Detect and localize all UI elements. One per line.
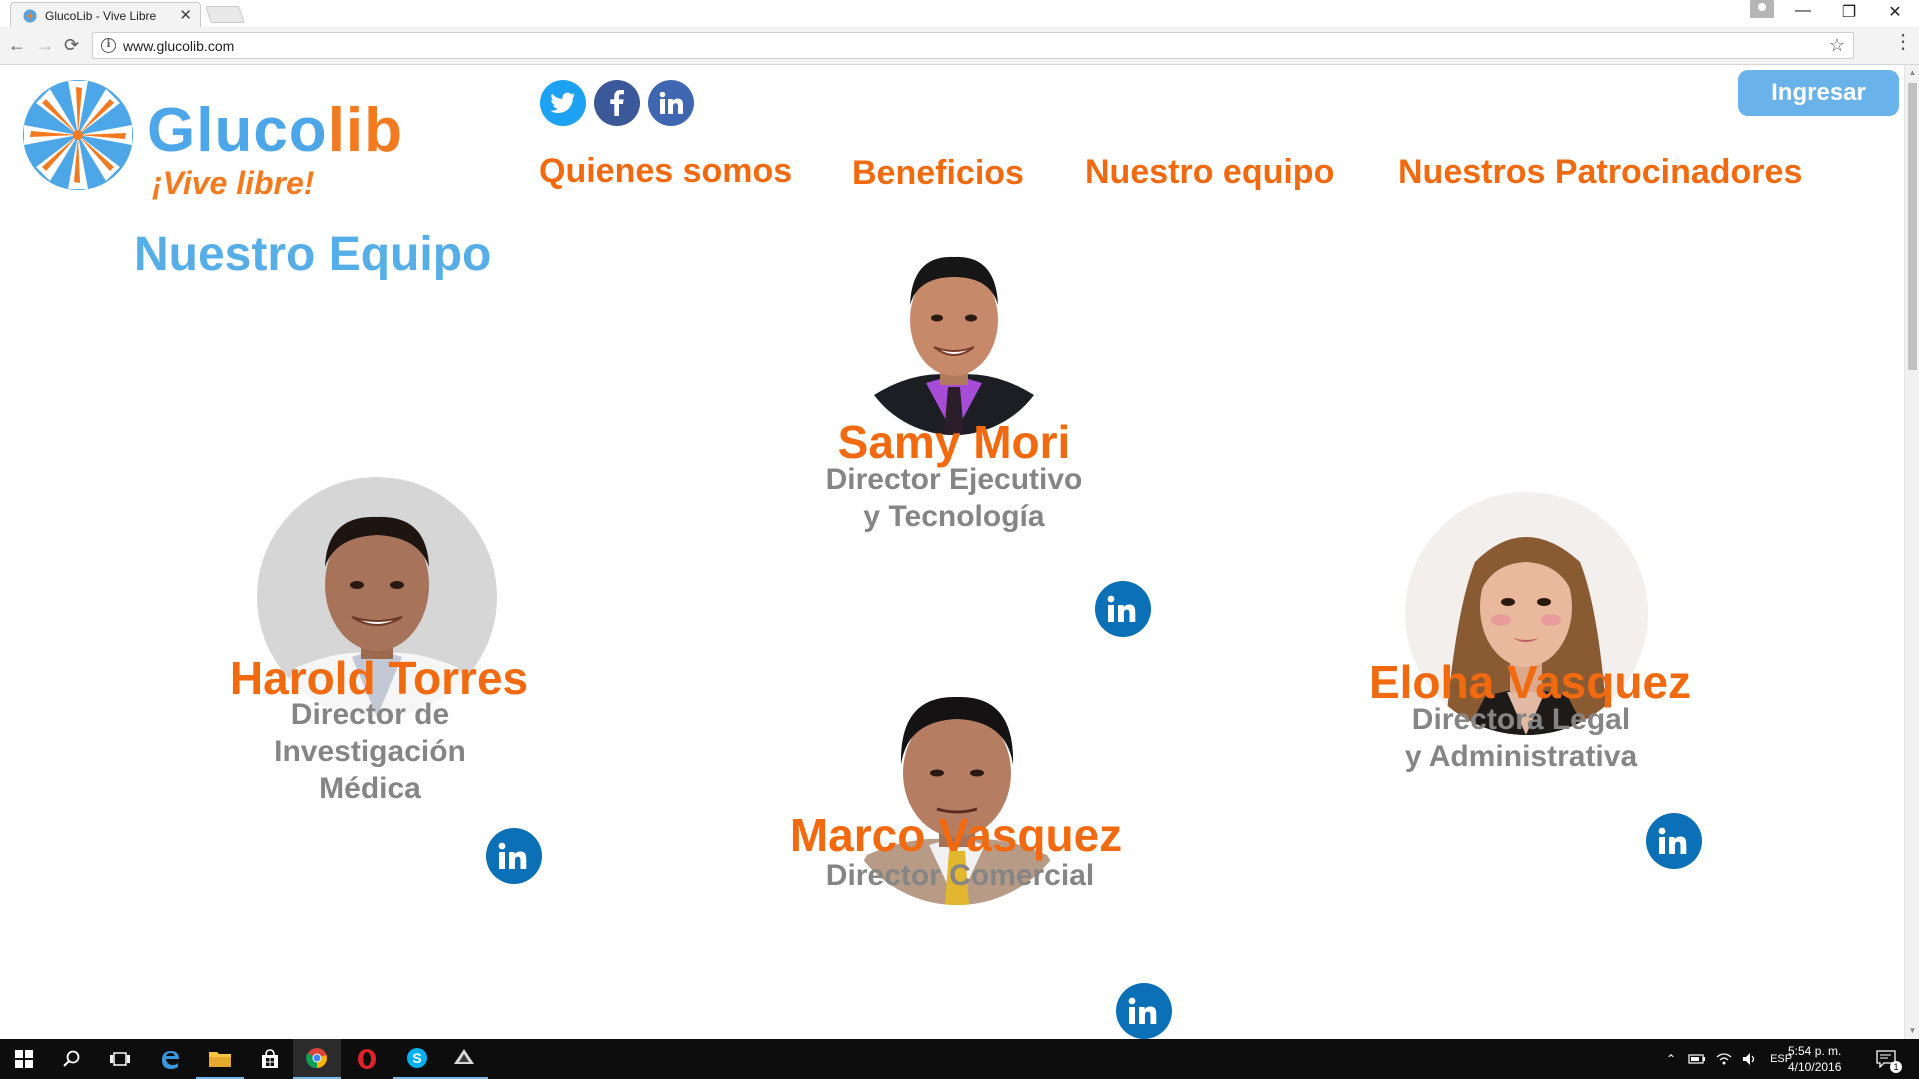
facebook-icon <box>610 90 624 116</box>
logo-word-accent: lib <box>327 96 404 165</box>
linkedin-icon <box>1658 827 1687 854</box>
twitter-icon <box>550 92 575 113</box>
linkedin-icon <box>1128 997 1157 1024</box>
opera-icon <box>358 1049 376 1069</box>
windows-taskbar: S ⌃ ESP 5:54 p. m. 4/10/2016 1 <box>0 1039 1919 1079</box>
app-triangle-icon <box>454 1049 474 1064</box>
linkedin-icon <box>1107 595 1136 622</box>
browser-tab[interactable]: GlucoLib - Vive Libre ✕ <box>10 2 201 27</box>
edge-button[interactable] <box>146 1039 194 1079</box>
task-view-button[interactable] <box>96 1039 144 1079</box>
member-role-line: Director Comercial <box>825 859 1095 892</box>
action-center-button[interactable]: 1 <box>1866 1039 1906 1079</box>
url-text[interactable]: www.glucolib.com <box>123 38 234 54</box>
svg-text:S: S <box>412 1050 421 1066</box>
scroll-up-arrow-icon[interactable]: ▲ <box>1905 65 1919 81</box>
search-icon <box>63 1050 80 1067</box>
web-page: Glucolib ¡Vive libre! Ingresar Quienes s… <box>0 65 1904 1039</box>
section-title: Nuestro Equipo <box>134 228 492 281</box>
user-profile-icon[interactable] <box>1750 0 1774 18</box>
linkedin-icon <box>659 91 683 114</box>
linkedin-button[interactable] <box>648 80 694 126</box>
member-role-line: Médica <box>319 772 421 805</box>
portrait-samy <box>854 235 1054 435</box>
member-role-line: Director Ejecutivo <box>825 463 1083 496</box>
member-role-line: Investigación <box>274 735 466 768</box>
chrome-icon <box>306 1048 327 1069</box>
member-role-line: y Administrativa <box>1404 740 1638 773</box>
file-explorer-button[interactable] <box>196 1039 244 1079</box>
browser-toolbar: ← → ⟳ i www.glucolib.com ☆ ⋮ <box>0 27 1919 65</box>
volume-icon[interactable] <box>1742 1052 1758 1066</box>
member-role-eloha: Directora Legal y Administrativa <box>1366 701 1676 775</box>
nav-beneficios[interactable]: Beneficios <box>852 154 1024 193</box>
back-arrow-icon[interactable]: ← <box>8 35 26 56</box>
glucolib-logo-icon[interactable] <box>22 79 134 191</box>
member-role-marco: Director Comercial <box>800 857 1120 894</box>
notification-count-badge: 1 <box>1890 1061 1902 1073</box>
linkedin-profile-samy-button[interactable] <box>1095 581 1151 637</box>
twitter-button[interactable] <box>540 80 586 126</box>
minimize-button[interactable]: — <box>1780 2 1826 20</box>
taskbar-clock[interactable]: 5:54 p. m. 4/10/2016 <box>1788 1043 1841 1075</box>
start-button[interactable] <box>0 1039 48 1079</box>
linkedin-profile-harold-button[interactable] <box>486 828 542 884</box>
facebook-button[interactable] <box>594 80 640 126</box>
page-scrollbar[interactable]: ▲ ▼ <box>1904 65 1919 1039</box>
member-photo-samy <box>854 235 1054 435</box>
task-view-icon <box>110 1052 130 1066</box>
linkedin-profile-marco-button[interactable] <box>1116 983 1172 1039</box>
nav-quienes-somos[interactable]: Quienes somos <box>539 152 792 191</box>
reload-icon[interactable]: ⟳ <box>64 35 79 56</box>
address-bar[interactable]: i www.glucolib.com ☆ <box>92 32 1854 59</box>
system-tray: ⌃ ESP <box>1666 1039 1792 1079</box>
restore-button[interactable]: ❐ <box>1826 2 1872 22</box>
member-name-marco: Marco Vasquez <box>789 809 1123 861</box>
store-icon <box>262 1049 278 1068</box>
clock-time: 5:54 p. m. <box>1788 1044 1842 1058</box>
site-info-icon[interactable]: i <box>101 38 116 53</box>
wifi-icon[interactable] <box>1716 1052 1732 1066</box>
skype-icon: S <box>407 1048 427 1068</box>
close-window-button[interactable]: ✕ <box>1872 2 1918 22</box>
windows-logo-icon <box>15 1050 33 1068</box>
battery-icon[interactable] <box>1688 1053 1706 1065</box>
app-button[interactable] <box>440 1039 488 1079</box>
opera-button[interactable] <box>343 1039 391 1079</box>
logo-word-main: Gluco <box>147 96 328 165</box>
browser-titlebar: GlucoLib - Vive Libre ✕ — ❐ ✕ <box>0 0 1919 27</box>
edge-icon <box>162 1051 179 1069</box>
linkedin-profile-eloha-button[interactable] <box>1646 813 1702 869</box>
tab-title: GlucoLib - Vive Libre <box>45 9 157 23</box>
login-button[interactable]: Ingresar <box>1738 70 1899 116</box>
member-role-harold: Director de Investigación Médica <box>230 696 510 807</box>
logo-wordmark[interactable]: Glucolib <box>147 95 403 166</box>
nav-nuestros-patrocinadores[interactable]: Nuestros Patrocinadores <box>1398 153 1802 192</box>
browser-menu-icon[interactable]: ⋮ <box>1893 32 1913 52</box>
nav-nuestro-equipo[interactable]: Nuestro equipo <box>1085 153 1334 192</box>
forward-arrow-icon[interactable]: → <box>36 35 54 56</box>
linkedin-icon <box>498 842 527 869</box>
bookmark-star-icon[interactable]: ☆ <box>1829 35 1845 56</box>
folder-icon <box>209 1052 231 1067</box>
tagline: ¡Vive libre! <box>152 165 315 201</box>
clock-date: 4/10/2016 <box>1788 1060 1842 1074</box>
scroll-down-arrow-icon[interactable]: ▼ <box>1905 1023 1919 1039</box>
member-role-line: Director de <box>290 698 450 731</box>
member-role-line: y Tecnología <box>863 500 1045 533</box>
member-role-line: Directora Legal <box>1411 703 1631 736</box>
store-button[interactable] <box>246 1039 294 1079</box>
scrollbar-thumb[interactable] <box>1908 83 1917 370</box>
new-tab-button[interactable] <box>205 6 245 23</box>
skype-button[interactable]: S <box>393 1039 441 1079</box>
tab-close-icon[interactable]: ✕ <box>179 6 192 24</box>
chrome-button[interactable] <box>293 1039 341 1079</box>
member-role-samy: Director Ejecutivo y Tecnología <box>800 461 1108 535</box>
glucolib-favicon-icon <box>23 9 37 23</box>
search-button[interactable] <box>48 1039 96 1079</box>
show-hidden-icons-caret-icon[interactable]: ⌃ <box>1666 1052 1676 1066</box>
